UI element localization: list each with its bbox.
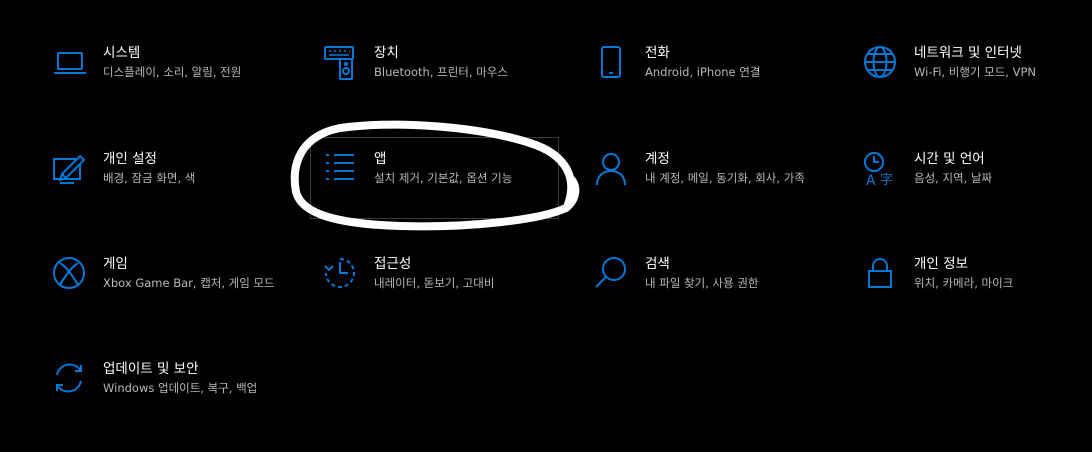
- tile-title: 전화: [645, 45, 670, 61]
- tile-title: 게임: [103, 256, 128, 272]
- tile-gaming[interactable]: 게임 Xbox Game Bar, 캡처, 게임 모드: [52, 255, 278, 292]
- tile-description: Windows 업데이트, 복구, 백업: [103, 381, 258, 395]
- tile-title: 장치: [374, 45, 399, 61]
- laptop-icon: [52, 45, 88, 81]
- tile-personalization[interactable]: 개인 설정 배경, 잠금 화면, 색: [52, 150, 278, 187]
- tile-ease-of-access[interactable]: 접근성 내레이터, 돋보기, 고대비: [323, 255, 549, 292]
- tile-phone[interactable]: 전화 Android, iPhone 연결: [594, 44, 820, 81]
- tile-description: 내레이터, 돋보기, 고대비: [374, 276, 495, 290]
- tile-title: 시간 및 언어: [914, 151, 985, 167]
- tile-description: 설치 제거, 기본값, 옵션 기능: [374, 171, 513, 185]
- time-language-icon: A 字: [863, 151, 899, 187]
- tile-title: 업데이트 및 보안: [103, 361, 199, 377]
- xbox-icon: [52, 256, 88, 292]
- globe-icon: [863, 45, 899, 81]
- personalization-icon: [52, 151, 88, 187]
- tile-search[interactable]: 검색 내 파일 찾기, 사용 권한: [594, 255, 820, 292]
- tile-description: Xbox Game Bar, 캡처, 게임 모드: [103, 276, 275, 290]
- tile-title: 시스템: [103, 45, 141, 61]
- tile-privacy[interactable]: 개인 정보 위치, 카메라, 마이크: [863, 255, 1089, 292]
- tile-system[interactable]: 시스템 디스플레이, 소리, 알림, 전원: [52, 44, 278, 81]
- person-icon: [594, 151, 630, 187]
- tile-description: 내 파일 찾기, 사용 권한: [645, 276, 759, 290]
- tile-devices[interactable]: 장치 Bluetooth, 프린터, 마우스: [323, 44, 549, 81]
- ease-of-access-icon: [323, 256, 359, 292]
- phone-icon: [594, 45, 630, 81]
- tile-description: 위치, 카메라, 마이크: [914, 276, 1014, 290]
- tile-description: Bluetooth, 프린터, 마우스: [374, 65, 508, 79]
- tile-title: 개인 설정: [103, 151, 157, 167]
- tile-apps[interactable]: 앱 설치 제거, 기본값, 옵션 기능: [323, 150, 549, 187]
- svg-text:A: A: [866, 173, 876, 187]
- lock-icon: [863, 256, 899, 292]
- tile-description: 디스플레이, 소리, 알림, 전원: [103, 65, 242, 79]
- tile-title: 개인 정보: [914, 256, 968, 272]
- tile-description: Wi-Fi, 비행기 모드, VPN: [914, 65, 1037, 79]
- tile-title: 검색: [645, 256, 670, 272]
- tile-accounts[interactable]: 계정 내 계정, 메일, 동기화, 회사, 가족: [594, 150, 820, 187]
- tile-title: 네트워크 및 인터넷: [914, 45, 1022, 61]
- tile-description: 음성, 지역, 날짜: [914, 171, 993, 185]
- search-icon: [594, 256, 630, 292]
- tile-title: 계정: [645, 151, 670, 167]
- apps-list-icon: [323, 151, 359, 187]
- tile-description: Android, iPhone 연결: [645, 65, 761, 79]
- tile-title: 앱: [374, 151, 387, 167]
- tile-network[interactable]: 네트워크 및 인터넷 Wi-Fi, 비행기 모드, VPN: [863, 44, 1089, 81]
- tile-description: 배경, 잠금 화면, 색: [103, 171, 196, 185]
- tile-title: 접근성: [374, 256, 412, 272]
- sync-icon: [52, 361, 88, 397]
- devices-icon: [323, 45, 359, 81]
- tile-time-language[interactable]: A 字 시간 및 언어 음성, 지역, 날짜: [863, 150, 1089, 187]
- svg-text:字: 字: [880, 173, 893, 187]
- tile-description: 내 계정, 메일, 동기화, 회사, 가족: [645, 171, 805, 185]
- tile-update-security[interactable]: 업데이트 및 보안 Windows 업데이트, 복구, 백업: [52, 360, 278, 397]
